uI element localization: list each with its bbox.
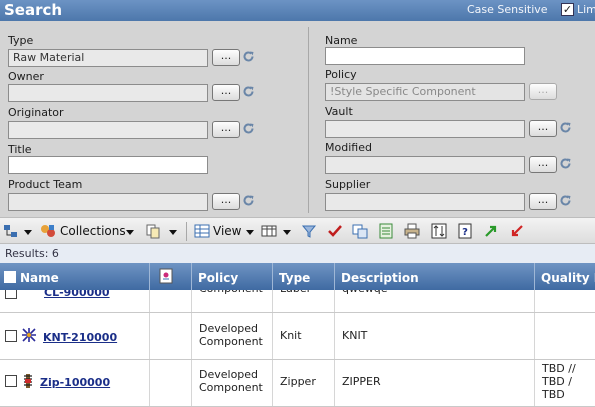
column-divider [308,27,309,213]
type-field[interactable]: Raw Material [8,49,208,67]
row-policy-line2: Component [199,335,263,348]
vault-label: Vault [325,105,353,118]
column-header-type[interactable]: Type [273,263,335,290]
zipper-icon [24,374,32,388]
modified-field[interactable] [325,156,525,174]
row-name-link[interactable]: Zip-100000 [40,376,110,389]
filter-icon[interactable] [301,223,317,239]
row-description: KNIT [342,329,368,342]
supplier-browse-button[interactable]: ... [529,193,557,210]
row-quality: TBD / [542,375,572,388]
row-description: ZIPPER [342,375,381,388]
product-team-label: Product Team [8,178,83,191]
reset-icon[interactable] [559,194,572,207]
name-field[interactable] [325,47,525,65]
column-header-policy[interactable]: Policy [192,263,273,290]
column-header-description[interactable]: Description [335,263,535,290]
reset-icon[interactable] [559,121,572,134]
row-policy-line2: Component [199,381,263,394]
reset-icon[interactable] [242,50,255,63]
case-sensitive-checkbox[interactable]: ✓ [561,3,574,16]
reset-icon[interactable] [242,122,255,135]
name-label: Name [325,34,358,47]
reset-icon[interactable] [242,85,255,98]
help-icon[interactable]: ? [457,223,473,239]
view-menu[interactable]: View [213,222,241,240]
search-header: Search Case Sensitive ✓ Lim [0,0,595,21]
owner-label: Owner [8,70,44,83]
row-quality: TBD // [542,362,576,375]
row-checkbox[interactable] [5,330,17,342]
collections-menu[interactable]: Collections [60,222,126,240]
table-header: Name Policy Type Description Quality D [0,263,595,290]
chevron-down-icon[interactable] [169,230,177,235]
row-type: Zipper [280,375,316,388]
product-team-field[interactable] [8,193,208,211]
title-label: Title [8,143,32,156]
vault-browse-button[interactable]: ... [529,120,557,137]
vault-field[interactable] [325,120,525,138]
policy-label: Policy [325,68,357,81]
table-row[interactable]: KNT-210000 Developed Component Knit KNIT [0,313,595,360]
row-type: Knit [280,329,302,342]
modified-label: Modified [325,141,372,154]
chevron-down-icon[interactable] [283,230,291,235]
originator-browse-button[interactable]: ... [212,121,240,138]
demote-icon[interactable] [509,223,525,239]
supplier-label: Supplier [325,178,371,191]
supplier-field[interactable] [325,193,525,211]
toolbar-separator [186,222,187,241]
export-icon[interactable] [378,223,394,239]
compare-icon[interactable] [352,223,368,239]
reset-icon[interactable] [242,194,255,207]
results-toolbar: Collections View ? [0,217,595,244]
tree-view-icon[interactable] [3,223,19,239]
title-field[interactable] [8,156,208,174]
chevron-down-icon[interactable] [126,230,134,235]
collections-icon[interactable] [40,223,56,239]
reset-icon[interactable] [559,157,572,170]
originator-label: Originator [8,106,64,119]
sort-icon[interactable] [431,223,447,239]
limit-label: Lim [577,3,595,16]
document-icon [159,268,173,284]
policy-browse-button[interactable]: ... [529,83,557,100]
originator-field[interactable] [8,121,208,139]
column-header-icon[interactable] [150,263,192,290]
row-quality: TBD [542,388,565,401]
owner-field[interactable] [8,84,208,102]
checkmark-icon[interactable] [327,223,343,239]
product-team-browse-button[interactable]: ... [212,193,240,210]
svg-text:?: ? [462,227,468,238]
table-row[interactable]: Zip-100000 Developed Component Zipper ZI… [0,360,595,407]
case-sensitive-label: Case Sensitive [467,3,548,16]
search-form: Type Raw Material ... Owner ... Originat… [0,21,595,217]
row-name-link[interactable]: KNT-210000 [43,331,117,344]
column-name-label: Name [20,271,59,285]
promote-icon[interactable] [483,223,499,239]
chevron-down-icon[interactable] [24,230,32,235]
row-policy-line1: Developed [199,322,259,335]
chevron-down-icon[interactable] [246,230,254,235]
type-browse-button[interactable]: ... [212,49,240,66]
policy-field[interactable]: !Style Specific Component [325,83,525,101]
modified-browse-button[interactable]: ... [529,156,557,173]
print-icon[interactable] [404,223,420,239]
copy-icon[interactable] [145,223,161,239]
view-icon[interactable] [194,223,210,239]
page-title: Search [4,1,63,19]
results-table: CL-900000 Component Label qwewqe KNT-210… [0,263,595,407]
column-header-quality[interactable]: Quality D [535,263,595,290]
row-policy-line1: Developed [199,368,259,381]
type-label: Type [8,34,34,47]
knit-icon [22,328,36,342]
column-header-name[interactable]: Name [0,263,150,290]
table-icon[interactable] [261,223,277,239]
row-checkbox[interactable] [5,375,17,387]
results-count: Results: 6 [0,244,595,263]
owner-browse-button[interactable]: ... [212,84,240,101]
select-all-checkbox[interactable] [4,271,16,283]
